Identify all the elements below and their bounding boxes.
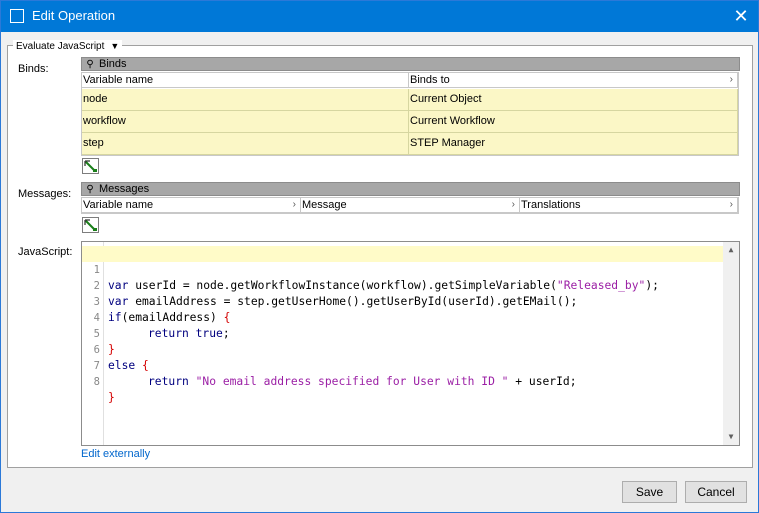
javascript-label: JavaScript: [18,246,73,258]
add-bind-button[interactable] [82,158,99,174]
edit-externally-link[interactable]: Edit externally [81,448,150,460]
chevron-right-icon: › [729,74,733,85]
save-button[interactable]: Save [622,481,677,503]
binds-table: Variable name Binds to › node Current Ob… [81,72,739,156]
editor-vertical-scrollbar[interactable]: ▲ ▼ [723,242,739,445]
scroll-down-icon[interactable]: ▼ [723,429,739,445]
messages-panel-title: Messages [99,183,150,195]
messages-panel-header: ⚲ Messages [81,182,740,196]
binds-row-0-binds-to[interactable]: Current Object [409,89,738,111]
code-line: 5 } [82,310,723,356]
messages-table: Variable name › Message › Translations › [81,197,739,214]
scroll-up-icon[interactable]: ▲ [723,242,739,258]
window-title: Edit Operation [32,8,116,23]
edit-operation-dialog: Edit Operation ✕ Evaluate JavaScript ▼ B… [0,0,759,513]
chevron-right-icon: › [292,199,296,210]
chevron-right-icon: › [511,199,515,210]
binds-col-binds-to[interactable]: Binds to › [409,73,738,88]
column-header-label: Translations [521,199,581,211]
window-icon [10,9,24,23]
close-icon[interactable]: ✕ [724,1,758,32]
code-line: 2 var emailAddress = step.getUserHome().… [82,262,723,308]
binds-label: Binds: [18,63,49,75]
binds-panel-title: Binds [99,58,127,70]
binds-row-1-variable[interactable]: workflow [82,111,409,133]
code-line: 7 return "No email address specified for… [82,342,723,388]
binds-col-variable-name[interactable]: Variable name [82,73,409,88]
pin-icon[interactable]: ⚲ [84,184,96,195]
binds-row-1-binds-to[interactable]: Current Workflow [409,111,738,133]
add-message-button[interactable] [82,217,99,233]
binds-row-2-variable[interactable]: step [82,133,409,155]
code-line: 1 var userId = node.getWorkflowInstance(… [82,246,723,292]
binds-row-2-binds-to[interactable]: STEP Manager [409,133,738,155]
cancel-button[interactable]: Cancel [685,481,747,503]
code-line: 6 else { [82,326,723,372]
code-token: return [148,375,189,388]
messages-col-message[interactable]: Message › [301,198,520,213]
operation-type-label: Evaluate JavaScript [16,40,105,52]
column-header-label: Variable name [83,74,154,86]
column-header-label: Message [302,199,347,211]
code-token: + userId; [508,375,577,388]
messages-col-variable-name[interactable]: Variable name › [82,198,301,213]
chevron-down-icon: ▼ [110,41,120,51]
messages-col-translations[interactable]: Translations › [520,198,738,213]
title-bar: Edit Operation ✕ [1,1,758,32]
column-header-label: Variable name [83,199,154,211]
javascript-editor[interactable]: 1 var userId = node.getWorkflowInstance(… [81,241,740,446]
operation-type-dropdown[interactable]: Evaluate JavaScript ▼ [13,40,123,52]
code-line: 8 } [82,358,723,404]
pin-icon[interactable]: ⚲ [84,59,96,70]
binds-panel-header: ⚲ Binds [81,57,740,71]
code-token: } [108,391,115,404]
code-line: 3 if(emailAddress) { [82,278,723,324]
binds-row-0-variable[interactable]: node [82,89,409,111]
chevron-right-icon: › [729,199,733,210]
code-line: 4 return true; [82,294,723,340]
line-number: 8 [93,376,100,388]
code-token: "No email address specified for User wit… [195,375,509,388]
messages-label: Messages: [18,188,72,200]
add-row-icon [84,219,98,232]
add-row-icon [84,160,98,173]
column-header-label: Binds to [410,74,450,86]
